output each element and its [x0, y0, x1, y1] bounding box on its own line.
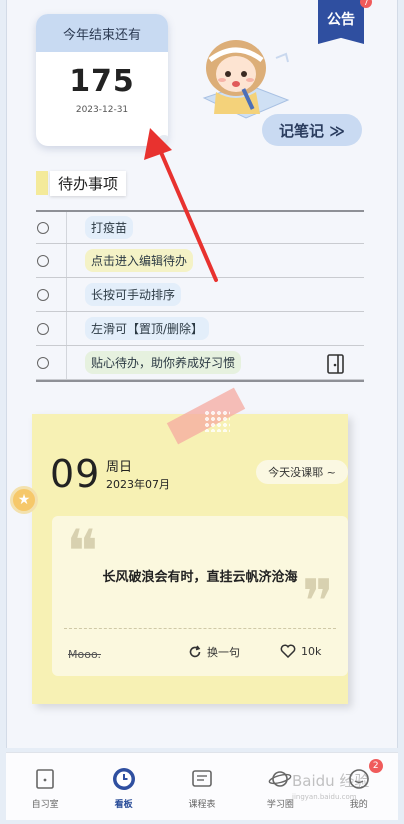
- todo-item-label: 点击进入编辑待办: [85, 249, 194, 272]
- todo-title-accent: [36, 171, 48, 195]
- quote-author: Mooo.: [68, 648, 101, 661]
- todo-item[interactable]: 打疫苗: [36, 210, 364, 244]
- heart-icon: [280, 644, 296, 658]
- study-room-icon: [31, 765, 59, 793]
- schedule-icon: [188, 765, 216, 793]
- todo-book-icon[interactable]: [326, 354, 346, 374]
- todo-item[interactable]: 贴心待办，助你养成好习惯: [36, 346, 364, 380]
- todo-item-label: 左滑可【置顶/删除】: [85, 317, 210, 340]
- todo-checkbox[interactable]: [37, 322, 49, 335]
- todo-item-label: 贴心待办，助你养成好习惯: [85, 351, 242, 374]
- refresh-label: 换一句: [207, 646, 240, 659]
- todo-header: 待办事项: [36, 170, 127, 196]
- take-notes-label: 记笔记 ≫: [279, 121, 345, 140]
- todo-checkbox[interactable]: [37, 356, 49, 369]
- nav-label: 课程表: [188, 800, 216, 810]
- baidu-watermark: Baidu 经验 jingyan.baidu.com: [292, 770, 402, 810]
- planet-icon: [266, 765, 294, 793]
- todo-divider: [66, 244, 67, 277]
- todo-list: 打疫苗 点击进入编辑待办 长按可手动排序 左滑可【置顶/删除】 贴心待办，助你养…: [36, 210, 364, 382]
- refresh-icon: [189, 645, 201, 658]
- todo-divider: [66, 278, 67, 311]
- notice-button[interactable]: 公告: [318, 0, 364, 44]
- nav-label: 学习圈: [266, 800, 294, 810]
- todo-item-label: 长按可手动排序: [85, 283, 182, 306]
- todo-item-label: 打疫苗: [85, 216, 134, 239]
- quote-card: ❝ ❞ 长风破浪会有时，直挂云帆济沧海 Mooo. 换一句 10k: [52, 516, 348, 676]
- floating-assistant-button[interactable]: ★: [10, 486, 38, 514]
- card-corner-fold: [157, 135, 168, 146]
- figure-icon: ★: [17, 492, 31, 508]
- sticky-tape-dots: [204, 410, 230, 432]
- sticky-weekday: 周日: [106, 460, 133, 475]
- todo-divider: [66, 212, 67, 243]
- todo-item[interactable]: 长按可手动排序: [36, 278, 364, 312]
- watermark-url: jingyan.baidu.com: [292, 793, 357, 801]
- quote-divider: [64, 628, 336, 629]
- quote-text: 长风破浪会有时，直挂云帆济沧海: [102, 570, 298, 585]
- countdown-date: 2023-12-31: [75, 105, 129, 115]
- nav-item-board[interactable]: 看板: [94, 765, 154, 810]
- nav-item-schedule[interactable]: 课程表: [172, 765, 232, 810]
- refresh-quote-button[interactable]: 换一句: [188, 644, 240, 660]
- nav-label: 自习室: [31, 800, 59, 810]
- nav-item-study-room[interactable]: 自习室: [15, 765, 75, 810]
- year-countdown-card[interactable]: 今年结束还有 175 2023-12-31: [36, 14, 168, 146]
- clock-icon: [110, 765, 138, 793]
- todo-title: 待办事项: [50, 170, 127, 196]
- todo-item[interactable]: 点击进入编辑待办: [36, 244, 364, 278]
- like-count: 10k: [301, 644, 322, 658]
- sticky-day-number: 09: [50, 452, 101, 496]
- no-class-today-button[interactable]: 今天没课耶 ~: [256, 460, 348, 484]
- todo-divider: [66, 346, 67, 379]
- countdown-days: 175: [69, 64, 135, 99]
- like-button[interactable]: 10k: [280, 644, 321, 658]
- countdown-title: 今年结束还有: [36, 14, 168, 52]
- todo-item[interactable]: 左滑可【置顶/删除】: [36, 312, 364, 346]
- no-class-label: 今天没课耶 ~: [268, 466, 336, 479]
- todo-checkbox[interactable]: [37, 221, 49, 234]
- watermark-brand: Baidu 经验: [292, 772, 370, 790]
- notice-label: 公告: [327, 12, 355, 28]
- todo-divider: [66, 312, 67, 345]
- nav-label: 看板: [114, 800, 133, 810]
- take-notes-button[interactable]: 记笔记 ≫: [262, 114, 362, 146]
- sticky-year-month: 2023年07月: [106, 478, 170, 491]
- todo-checkbox[interactable]: [37, 254, 49, 267]
- todo-checkbox[interactable]: [37, 288, 49, 301]
